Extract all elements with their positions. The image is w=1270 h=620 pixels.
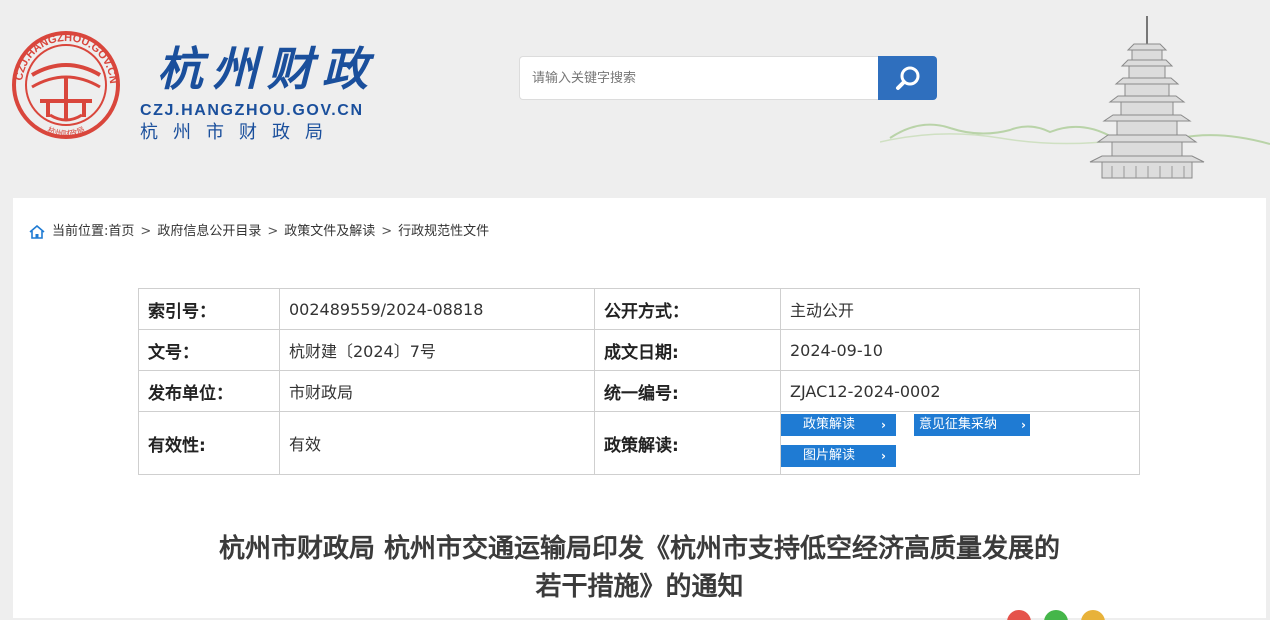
site-header: CZJ.HANGZHOU.GOV.CN 杭州财政局 杭州财政 CZJ.HANGZ… [0,0,1270,190]
document-title: 杭州市财政局 杭州市交通运输局印发《杭州市支持低空经济高质量发展的 若干措施》的… [13,530,1266,606]
breadcrumb-link-normative[interactable]: 行政规范性文件 [398,222,489,242]
content-panel: 当前位置: 首页 > 政府信息公开目录 > 政策文件及解读 > 行政规范性文件 … [13,198,1266,620]
meta-value-date: 2024-09-10 [780,329,1140,371]
breadcrumb-link-gov-info[interactable]: 政府信息公开目录 [157,222,261,242]
meta-value-interpretation: 政策解读 › 意见征集采纳 › 图片解读 › [780,411,1140,475]
meta-value-publisher: 市财政局 [279,370,595,412]
search-input[interactable] [520,57,879,99]
meta-row: 发布单位： 市财政局 统一编号: ZJAC12-2024-0002 [138,370,1140,412]
image-interpretation-button[interactable]: 图片解读 › [781,445,896,467]
breadcrumb-separator: > [267,224,279,239]
meta-label-unified-number: 统一编号: [594,370,781,412]
meta-value-index: 002489559/2024-08818 [279,288,595,330]
breadcrumb-prefix: 当前位置: [52,224,109,239]
breadcrumb-home-link[interactable]: 首页 [108,222,134,242]
emblem-logo-icon[interactable]: CZJ.HANGZHOU.GOV.CN 杭州财政局 [10,15,122,147]
meta-label-disclosure: 公开方式： [594,288,781,330]
chevron-right-icon: › [881,449,886,463]
site-domain: CZJ.HANGZHOU.GOV.CN [140,102,364,119]
meta-label-date: 成文日期: [594,329,781,371]
share-icons [1007,610,1105,620]
home-icon [29,225,45,239]
button-label: 图片解读 [803,448,856,463]
breadcrumb-separator: > [140,224,152,239]
meta-value-doc-number: 杭财建〔2024〕7号 [279,329,595,371]
chevron-right-icon: › [881,418,886,432]
meta-row: 文号： 杭财建〔2024〕7号 成文日期: 2024-09-10 [138,329,1140,371]
share-weibo-icon[interactable] [1007,610,1031,620]
breadcrumb: 当前位置: 首页 > 政府信息公开目录 > 政策文件及解读 > 行政规范性文件 [29,222,489,242]
document-meta-table: 索引号： 002489559/2024-08818 公开方式： 主动公开 文号：… [138,288,1140,475]
meta-label-validity: 有效性: [138,411,280,475]
chevron-right-icon: › [1021,418,1026,432]
meta-label-index: 索引号： [138,288,280,330]
meta-label-interpretation: 政策解读: [594,411,781,475]
meta-value-unified-number: ZJAC12-2024-0002 [780,370,1140,412]
share-qq-icon[interactable] [1081,610,1105,620]
breadcrumb-link-policy[interactable]: 政策文件及解读 [284,222,375,242]
meta-label-doc-number: 文号： [138,329,280,371]
meta-label-publisher: 发布单位： [138,370,280,412]
meta-row: 有效性: 有效 政策解读: 政策解读 › 意见征集采纳 › 图片解读 › [138,411,1140,475]
document-title-line-1: 杭州市财政局 杭州市交通运输局印发《杭州市支持低空经济高质量发展的 [218,534,1061,564]
opinion-adoption-button[interactable]: 意见征集采纳 › [914,414,1030,436]
share-wechat-icon[interactable] [1044,610,1068,620]
breadcrumb-separator: > [381,224,393,239]
policy-interpretation-button[interactable]: 政策解读 › [781,414,896,436]
meta-row: 索引号： 002489559/2024-08818 公开方式： 主动公开 [138,288,1140,330]
pagoda-scenery-icon [880,16,1270,179]
site-org-name: 杭州市财政局 [140,122,338,143]
site-logo-title[interactable]: 杭州财政 [157,38,377,100]
meta-value-validity: 有效 [279,411,595,475]
interpretation-buttons: 政策解读 › 意见征集采纳 › 图片解读 › [781,413,1139,474]
button-label: 政策解读 [803,417,856,432]
button-label: 意见征集采纳 [919,417,998,432]
search-box [519,56,879,100]
meta-value-disclosure: 主动公开 [780,288,1140,330]
